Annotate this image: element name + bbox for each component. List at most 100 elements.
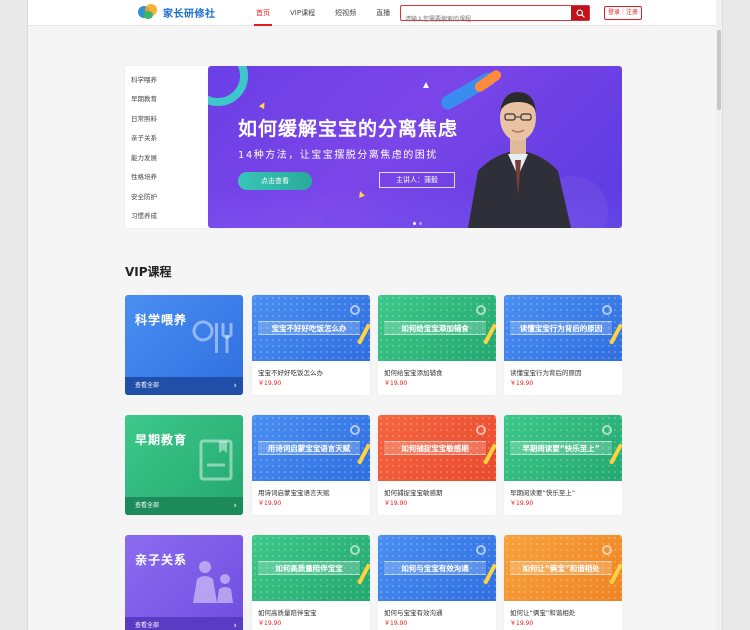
thumbnail-caption: 如何让“俩宝”和谐相处	[510, 561, 612, 575]
course-title: 宝宝不好好吃饭怎么办	[258, 369, 323, 377]
decor-ring	[208, 66, 248, 106]
category-card-early-education[interactable]: 早期教育 查看全部 ›	[125, 415, 243, 515]
view-all-link[interactable]: 查看全部 ›	[125, 497, 243, 515]
scrollbar-thumb[interactable]	[717, 30, 721, 110]
course-card[interactable]: 读懂宝宝行为背后的原因 读懂宝宝行为背后的原因 ￥19.90	[504, 295, 622, 395]
course-card[interactable]: 宝宝不好好吃饭怎么办 宝宝不好好吃饭怎么办 ￥19.90	[252, 295, 370, 395]
thumbnail-caption: 早期阅读要“快乐至上”	[510, 441, 612, 455]
course-card[interactable]: 如何与宝宝有效沟通 如何与宝宝有效沟通 ￥19.90	[378, 535, 496, 630]
course-card[interactable]: 如何让“俩宝”和谐相处 如何让“俩宝”和谐相处 ￥19.90	[504, 535, 622, 630]
course-thumbnail: 用诗词启蒙宝宝语言天赋	[252, 415, 370, 481]
category-card-title: 科学喂养	[135, 313, 188, 327]
search-button[interactable]	[571, 6, 589, 20]
search-box	[400, 5, 590, 27]
thumbnail-caption: 读懂宝宝行为背后的原因	[510, 321, 612, 335]
nav-live[interactable]: 直播	[366, 0, 400, 26]
course-price: ￥19.90	[384, 620, 408, 627]
view-all-label: 查看全部	[135, 502, 160, 509]
site-logo[interactable]: 家长研修社	[138, 4, 216, 20]
course-title: 读懂宝宝行为背后的原因	[510, 369, 582, 377]
course-thumbnail: 如何高质量陪伴宝宝	[252, 535, 370, 601]
category-card-parent-child[interactable]: 亲子关系 查看全部 ›	[125, 535, 243, 630]
nav-short-video[interactable]: 短视频	[325, 0, 366, 26]
chevron-right-icon: ›	[233, 501, 237, 511]
course-title: 早期阅读要“快乐至上”	[510, 489, 576, 497]
course-card[interactable]: 如何给宝宝添加辅食 如何给宝宝添加辅食 ￥19.90	[378, 295, 496, 395]
chevron-right-icon: ›	[233, 381, 237, 391]
search-icon	[575, 8, 585, 18]
course-thumbnail: 宝宝不好好吃饭怎么办	[252, 295, 370, 361]
course-price: ￥19.90	[510, 380, 534, 387]
chevron-right-icon: ›	[233, 621, 237, 630]
course-thumbnail: 如何让“俩宝”和谐相处	[504, 535, 622, 601]
main-nav: 首页 VIP课程 短视频 直播	[246, 0, 400, 26]
course-title: 如何让“俩宝”和谐相处	[510, 609, 576, 617]
category-card-feeding[interactable]: 科学喂养 查看全部 ›	[125, 295, 243, 395]
category-label: 早期教育	[131, 95, 157, 104]
category-label: 性格培养	[131, 173, 157, 182]
nav-home[interactable]: 首页	[246, 0, 280, 26]
view-all-link[interactable]: 查看全部 ›	[125, 617, 243, 630]
category-card-title: 亲子关系	[135, 553, 188, 567]
top-header: 家长研修社 首页 VIP课程 短视频 直播 登录｜注册	[28, 0, 718, 27]
course-price: ￥19.90	[510, 620, 534, 627]
carousel-dot[interactable]	[419, 222, 422, 225]
course-card[interactable]: 早期阅读要“快乐至上” 早期阅读要“快乐至上” ￥19.90	[504, 415, 622, 515]
carousel-dots	[413, 222, 422, 225]
course-title: 如何捕捉宝宝敏感期	[384, 489, 443, 497]
vip-section-title: VIP课程	[125, 265, 172, 279]
speaker-tag: 主讲人：蒲毅	[379, 172, 455, 188]
category-card-title: 早期教育	[135, 433, 188, 447]
banner-view-button[interactable]: 点击查看	[238, 172, 312, 190]
course-title: 如何与宝宝有效沟通	[384, 609, 443, 617]
page-frame: 家长研修社 首页 VIP课程 短视频 直播 登录｜注册 科学喂养› 早期教育› …	[27, 0, 723, 630]
decor-spark	[258, 100, 268, 110]
thumbnail-caption: 如何捕捉宝宝敏感期	[384, 441, 486, 455]
course-title: 如何给宝宝添加辅食	[384, 369, 443, 377]
hero-banner[interactable]: 如何缓解宝宝的分离焦虑 14种方法，让宝宝摆脱分离焦虑的困扰 点击查看 主讲人：…	[208, 66, 622, 228]
course-title: 用诗词启蒙宝宝语言天赋	[258, 489, 330, 497]
course-price: ￥19.90	[510, 500, 534, 507]
family-icon	[193, 561, 233, 603]
view-all-link[interactable]: 查看全部 ›	[125, 377, 243, 395]
view-all-label: 查看全部	[135, 382, 160, 389]
login-register-button[interactable]: 登录｜注册	[604, 6, 642, 20]
course-thumbnail: 如何捕捉宝宝敏感期	[378, 415, 496, 481]
course-card[interactable]: 如何高质量陪伴宝宝 如何高质量陪伴宝宝 ￥19.90	[252, 535, 370, 630]
thumbnail-caption: 如何高质量陪伴宝宝	[258, 561, 360, 575]
course-price: ￥19.90	[258, 620, 282, 627]
course-row: 科学喂养 查看全部 › 宝宝不好好吃饭怎么办 宝宝不好好吃饭怎么办 ￥19.90 …	[125, 295, 623, 395]
banner-subtitle: 14种方法，让宝宝摆脱分离焦虑的困扰	[238, 150, 438, 161]
thumbnail-caption: 如何给宝宝添加辅食	[384, 321, 486, 335]
category-label: 安全防护	[131, 192, 157, 201]
view-all-label: 查看全部	[135, 622, 160, 629]
banner-title: 如何缓解宝宝的分离焦虑	[238, 118, 459, 140]
category-label: 亲子关系	[131, 134, 157, 143]
course-price: ￥19.90	[258, 500, 282, 507]
book-icon	[199, 439, 233, 481]
thumbnail-caption: 用诗词启蒙宝宝语言天赋	[258, 441, 360, 455]
thumbnail-caption: 宝宝不好好吃饭怎么办	[258, 321, 360, 335]
logo-icon	[138, 4, 160, 20]
speaker-photo	[468, 92, 571, 228]
course-title: 如何高质量陪伴宝宝	[258, 609, 317, 617]
course-thumbnail: 读懂宝宝行为背后的原因	[504, 295, 622, 361]
vertical-scrollbar[interactable]	[716, 0, 722, 630]
course-thumbnail: 早期阅读要“快乐至上”	[504, 415, 622, 481]
category-label: 能力发展	[131, 153, 157, 162]
utensils-icon	[192, 320, 233, 353]
category-label: 日常照料	[131, 114, 157, 123]
course-row: 早期教育 查看全部 › 用诗词启蒙宝宝语言天赋 用诗词启蒙宝宝语言天赋 ￥19.9…	[125, 415, 623, 515]
course-card[interactable]: 用诗词启蒙宝宝语言天赋 用诗词启蒙宝宝语言天赋 ￥19.90	[252, 415, 370, 515]
course-price: ￥19.90	[384, 500, 408, 507]
carousel-dot[interactable]	[413, 222, 416, 225]
course-thumbnail: 如何给宝宝添加辅食	[378, 295, 496, 361]
course-card[interactable]: 如何捕捉宝宝敏感期 如何捕捉宝宝敏感期 ￥19.90	[378, 415, 496, 515]
decor-spark	[423, 82, 429, 88]
category-label: 习惯养成	[131, 212, 157, 221]
course-row: 亲子关系 查看全部 › 如何高质量陪伴宝宝 如何高质量陪伴宝宝 ￥19.90 如何…	[125, 535, 623, 630]
nav-vip-courses[interactable]: VIP课程	[280, 0, 325, 26]
search-input[interactable]	[401, 12, 569, 27]
course-thumbnail: 如何与宝宝有效沟通	[378, 535, 496, 601]
logo-text: 家长研修社	[163, 8, 216, 20]
